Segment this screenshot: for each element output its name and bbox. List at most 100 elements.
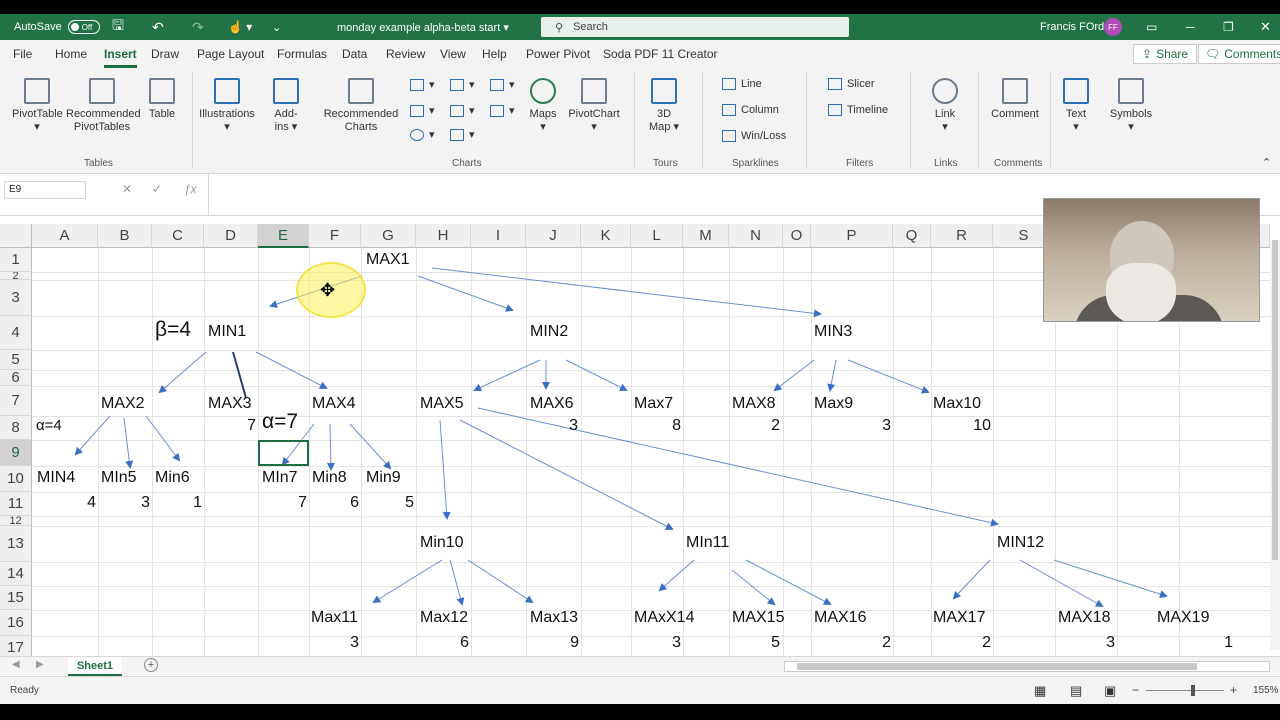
pie-chart-icon[interactable]: ▾ [410,128,435,141]
redo-icon[interactable]: ↷ [192,14,204,40]
bottom-black-bar [0,704,1280,720]
zoom-level[interactable]: 155% [1253,685,1279,696]
page-break-view-icon[interactable]: ▣ [1104,683,1116,699]
pivotchart-button[interactable]: PivotChart ▾ [566,78,622,134]
scatter-chart-icon[interactable]: ▾ [450,128,475,141]
user-name[interactable]: Francis FOrd [1040,14,1104,40]
illustrations-button[interactable]: Illustrations ▾ [198,78,256,134]
sparkline-line-button[interactable]: Line [722,78,762,90]
search-placeholder: Search [573,21,608,33]
tab-file[interactable]: File [13,40,32,68]
text-button[interactable]: Text ▾ [1058,78,1094,134]
value-cell: 7 [247,417,256,434]
slicer-icon [828,78,842,90]
share-icon: ⇪ [1142,47,1153,61]
next-sheet-icon[interactable]: ▶ [36,659,44,670]
undo-icon[interactable]: ↶ [152,14,164,40]
zoom-out-icon[interactable]: − [1132,683,1139,697]
tab-review[interactable]: Review [386,40,425,68]
document-title[interactable]: monday example alpha-beta start ▾ [337,14,509,40]
close-icon[interactable]: ✕ [1260,14,1271,40]
pivottable-button[interactable]: PivotTable ▾ [12,78,63,134]
collapse-ribbon-icon[interactable]: ⌃ [1262,156,1271,169]
combo-chart-icon[interactable]: ▾ [490,104,515,117]
search-box[interactable]: ⚲ Search [541,17,849,37]
ribbon-display-icon[interactable]: ▭ [1146,14,1157,40]
hierarchy-chart-icon[interactable]: ▾ [450,78,475,91]
node-max6: MAX6 [530,395,574,412]
autosave-label: AutoSave [14,21,62,33]
maps-button[interactable]: Maps ▾ [526,78,560,134]
node-min10: Min10 [420,534,464,551]
search-icon: ⚲ [555,21,564,34]
tab-draw[interactable]: Draw [151,40,179,68]
autosave[interactable]: AutoSave Off [14,14,100,40]
zoom-in-icon[interactable]: + [1230,683,1237,697]
bar-chart-icon[interactable]: ▾ [450,104,475,117]
normal-view-icon[interactable]: ▦ [1034,683,1046,699]
sheet-tab[interactable]: Sheet1 [68,657,122,677]
sparkline-column-button[interactable]: Column [722,104,779,116]
node-max13: Max13 [530,609,579,626]
tab-home[interactable]: Home [55,40,87,68]
value-cell: 3 [141,494,150,511]
timeline-button[interactable]: Timeline [828,104,888,116]
comments-button[interactable]: 🗨 Comments [1198,44,1280,64]
insert-function-icon[interactable]: ƒx [184,182,197,196]
comment-icon: 🗨 [1205,47,1221,61]
tab-view[interactable]: View [440,40,466,68]
minimize-icon[interactable]: ─ [1186,14,1195,40]
3d-map-button[interactable]: 3D Map ▾ [644,78,684,134]
name-box[interactable]: E9 [4,181,86,199]
recommended-charts-icon [348,78,374,104]
avatar[interactable]: FF [1104,18,1122,36]
add-sheet-icon[interactable]: + [144,658,158,672]
zoom-slider[interactable] [1146,690,1224,691]
save-icon[interactable]: 🖫 [112,14,124,40]
scrollbar-thumb[interactable] [1272,240,1278,560]
vertical-scrollbar[interactable] [1270,240,1280,650]
omega-icon [1118,78,1144,104]
recommended-charts-button[interactable]: Recommended Charts [322,78,400,134]
node-max12: Max12 [420,609,469,626]
cancel-icon[interactable]: ✕ [122,182,132,196]
tab-data[interactable]: Data [342,40,367,68]
link-button[interactable]: Link ▾ [926,78,964,134]
node-min6: Min6 [155,469,190,486]
touch-mode-icon[interactable]: ☝ ▾ [228,14,252,40]
share-button[interactable]: ⇪ Share [1133,44,1198,64]
statistic-chart-icon[interactable]: ▾ [490,78,515,91]
selected-cell-e9[interactable] [258,440,309,466]
column-chart-icon[interactable]: ▾ [410,78,435,91]
horizontal-scrollbar[interactable] [784,661,1270,672]
value-cell: 1 [1224,634,1233,651]
tab-page-layout[interactable]: Page Layout [197,40,264,68]
comment-button[interactable]: Comment [988,78,1042,121]
page-layout-view-icon[interactable]: ▤ [1070,683,1082,699]
node-min3: MIN3 [814,323,853,340]
line-chart-icon[interactable]: ▾ [410,104,435,117]
enter-icon[interactable]: ✓ [152,182,162,196]
customize-toolbar-icon[interactable]: ⌄ [272,14,281,40]
scrollbar-thumb[interactable] [797,663,1197,670]
value-cell: 3 [672,634,681,651]
tab-formulas[interactable]: Formulas [277,40,327,68]
tab-help[interactable]: Help [482,40,507,68]
slicer-button[interactable]: Slicer [828,78,875,90]
tab-soda-pdf[interactable]: Soda PDF 11 Creator [603,40,718,68]
tab-power-pivot[interactable]: Power Pivot [526,40,590,68]
zoom-slider-handle[interactable] [1191,685,1195,696]
value-cell: 7 [298,494,307,511]
node-max3: MAX3 [208,395,252,412]
autosave-toggle[interactable]: Off [67,20,100,34]
symbols-button[interactable]: Symbols ▾ [1106,78,1156,134]
node-min2: MIN2 [530,323,569,340]
table-button[interactable]: Table [144,78,180,121]
sparkline-winloss-button[interactable]: Win/Loss [722,130,786,142]
prev-sheet-icon[interactable]: ◀ [12,659,20,670]
tab-insert[interactable]: Insert [104,40,137,68]
sparkline-line-icon [722,78,736,90]
restore-icon[interactable]: ❐ [1223,14,1234,40]
addins-button[interactable]: Add-ins ▾ [266,78,306,134]
recommended-pivottables-button[interactable]: Recommended PivotTables [66,78,141,134]
